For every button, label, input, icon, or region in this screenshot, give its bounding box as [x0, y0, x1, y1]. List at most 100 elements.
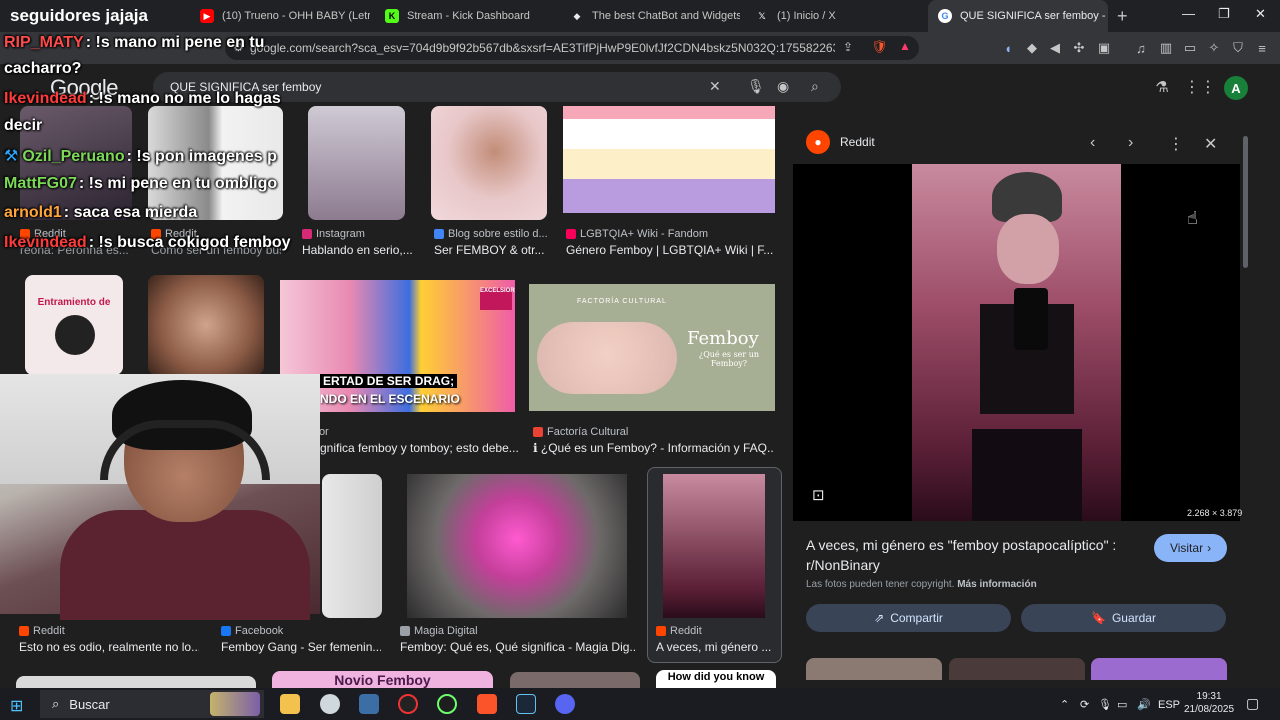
- visit-button[interactable]: Visitar ›: [1154, 534, 1227, 562]
- screenshot-icon[interactable]: ▣: [1095, 39, 1113, 57]
- new-tab-icon[interactable]: +: [1117, 6, 1128, 27]
- speaker-icon[interactable]: ◀: [1046, 39, 1064, 57]
- account-avatar[interactable]: A: [1224, 76, 1248, 100]
- site-favicon-icon: [434, 229, 444, 239]
- apps-grid-icon[interactable]: ⋮⋮: [1184, 78, 1216, 96]
- image-result[interactable]: [510, 672, 640, 688]
- close-panel-icon[interactable]: ✕: [1204, 134, 1217, 154]
- chat-text: : !s mano mi pene en tu: [85, 34, 265, 51]
- tab-title: (10) Trueno - OHH BABY (Letra/Ly: [222, 10, 370, 22]
- image-dimensions: 2.268 × 3.879: [1187, 508, 1243, 518]
- result-title[interactable]: ℹ ¿Qué es un Femboy? - Información y FAQ…: [533, 441, 773, 455]
- tab-youtube[interactable]: ▶ (10) Trueno - OHH BABY (Letra/Ly: [190, 0, 370, 32]
- leo-icon[interactable]: ✧: [1205, 39, 1223, 57]
- image-result[interactable]: [407, 474, 627, 618]
- brave-icon[interactable]: [477, 694, 497, 714]
- site-favicon-icon: [566, 229, 576, 239]
- taskbar-clock[interactable]: 19:31 21/08/2025: [1184, 690, 1234, 716]
- next-icon[interactable]: ›: [1128, 134, 1133, 152]
- preview-image[interactable]: [912, 164, 1121, 521]
- obs-icon[interactable]: [398, 694, 418, 714]
- result-source: Blog sobre estilo d...: [434, 228, 548, 240]
- menu-icon[interactable]: ≡: [1253, 39, 1271, 57]
- music-icon[interactable]: ♫: [1132, 39, 1150, 57]
- result-title[interactable]: A veces, mi género ...: [656, 640, 776, 654]
- image-result[interactable]: How did you know: [656, 670, 776, 688]
- related-image[interactable]: [1091, 658, 1227, 680]
- search-icon[interactable]: ⌕: [811, 78, 819, 95]
- minimize-icon[interactable]: —: [1182, 6, 1195, 21]
- share-button[interactable]: ⇗ Compartir: [806, 604, 1011, 632]
- save-button[interactable]: 🔖 Guardar: [1021, 604, 1226, 632]
- save-label: Guardar: [1111, 611, 1156, 625]
- image-result[interactable]: [322, 474, 382, 618]
- panel-site-name[interactable]: Reddit: [840, 135, 875, 149]
- network-icon[interactable]: ▭: [1117, 698, 1127, 711]
- discord-icon[interactable]: [555, 694, 575, 714]
- related-image[interactable]: [949, 658, 1085, 680]
- tab-chat-overlay[interactable]: seguidores jajaja: [0, 0, 180, 32]
- result-source: Instagram: [302, 228, 365, 240]
- tab-chatbot[interactable]: ◆ The best ChatBot and Widgets for: [560, 0, 740, 32]
- share-icon[interactable]: ⇪: [843, 40, 853, 54]
- chat-username: Ozil_Peruano: [22, 148, 125, 165]
- result-title[interactable]: Femboy Gang - Ser femenin...: [221, 640, 381, 654]
- file-explorer-icon[interactable]: [280, 694, 300, 714]
- app-icon[interactable]: [320, 694, 340, 714]
- lens-search-icon[interactable]: ⊡: [812, 486, 825, 504]
- result-title[interactable]: Género Femboy | LGBTQIA+ Wiki | F...: [566, 243, 776, 257]
- tab-x[interactable]: 𝕏 (1) Inicio / X: [745, 0, 925, 32]
- voice-search-icon[interactable]: 🎙: [747, 78, 765, 95]
- image-result[interactable]: Entramiento de: [25, 275, 123, 375]
- language-indicator[interactable]: ESP: [1158, 699, 1180, 711]
- steam-icon[interactable]: [516, 694, 536, 714]
- close-window-icon[interactable]: ✕: [1255, 6, 1266, 22]
- sidebar-icon[interactable]: ▥: [1157, 39, 1175, 57]
- result-title[interactable]: Hablando en serio,...: [302, 243, 412, 257]
- tab-kick[interactable]: K Stream - Kick Dashboard: [375, 0, 555, 32]
- volume-icon[interactable]: 🔊: [1137, 698, 1151, 711]
- sync-icon[interactable]: ⟳: [1080, 698, 1089, 711]
- more-info-link[interactable]: Más información: [957, 579, 1036, 590]
- panel-title[interactable]: A veces, mi género es "femboy postapocal…: [806, 535, 1146, 575]
- address-bar[interactable]: ⚙ google.com/search?sca_esv=704d9b9f92b5…: [225, 36, 919, 60]
- image-result[interactable]: [308, 106, 405, 220]
- labs-icon[interactable]: ⚗: [1153, 78, 1171, 96]
- image-result-flag[interactable]: [563, 106, 775, 213]
- chat-username: arnold1: [4, 204, 62, 221]
- game-icon[interactable]: [437, 694, 457, 714]
- thumb-text: How did you know: [667, 671, 765, 683]
- tab-title: (1) Inicio / X: [777, 10, 836, 22]
- notifications-icon[interactable]: ▢: [1246, 695, 1259, 712]
- image-result[interactable]: [16, 676, 256, 688]
- lens-icon[interactable]: ◉: [777, 78, 789, 95]
- image-result-factoria[interactable]: FACTORÍA CULTURAL Femboy ¿Qué es ser un …: [529, 284, 775, 411]
- result-title[interactable]: Ser FEMBOY & otr...: [434, 243, 546, 257]
- result-title[interactable]: gnifica femboy y tomboy; esto debe...: [320, 441, 520, 455]
- calculator-icon[interactable]: [359, 694, 379, 714]
- result-source: Reddit: [19, 625, 65, 637]
- maximize-icon[interactable]: ❐: [1218, 6, 1230, 22]
- mic-icon[interactable]: 🎙: [1098, 698, 1112, 711]
- brave-rewards-icon[interactable]: ▲: [899, 39, 911, 53]
- taskbar-search[interactable]: ⌕ Buscar: [40, 690, 264, 718]
- panel-scrollbar[interactable]: [1243, 136, 1248, 268]
- image-result[interactable]: [148, 275, 264, 375]
- image-result[interactable]: [431, 106, 547, 220]
- result-title[interactable]: Femboy: Qué es, Qué significa - Magia Di…: [400, 640, 635, 654]
- image-result[interactable]: Novio Femboy: [272, 671, 493, 688]
- result-title[interactable]: Esto no es odio, realmente no lo...: [19, 640, 199, 654]
- tab-google-search[interactable]: G QUE SIGNIFICA ser femboy - B ✕: [928, 0, 1108, 32]
- brave-shield-icon[interactable]: 🛡: [871, 39, 888, 55]
- windows-start-icon[interactable]: ⊞: [10, 696, 23, 716]
- puzzle-icon[interactable]: ✣: [1070, 39, 1088, 57]
- chevron-up-icon[interactable]: ⌃: [1060, 698, 1069, 711]
- previous-icon[interactable]: ‹: [1090, 134, 1095, 152]
- more-options-icon[interactable]: ⋮: [1168, 134, 1184, 154]
- wallet-icon[interactable]: ◖: [999, 39, 1017, 57]
- extension-icon[interactable]: ◆: [1023, 39, 1041, 57]
- clear-search-icon[interactable]: ✕: [709, 78, 721, 95]
- vpn-icon[interactable]: ⛉: [1229, 39, 1247, 57]
- wallet-2-icon[interactable]: ▭: [1181, 39, 1199, 57]
- related-image[interactable]: [806, 658, 942, 680]
